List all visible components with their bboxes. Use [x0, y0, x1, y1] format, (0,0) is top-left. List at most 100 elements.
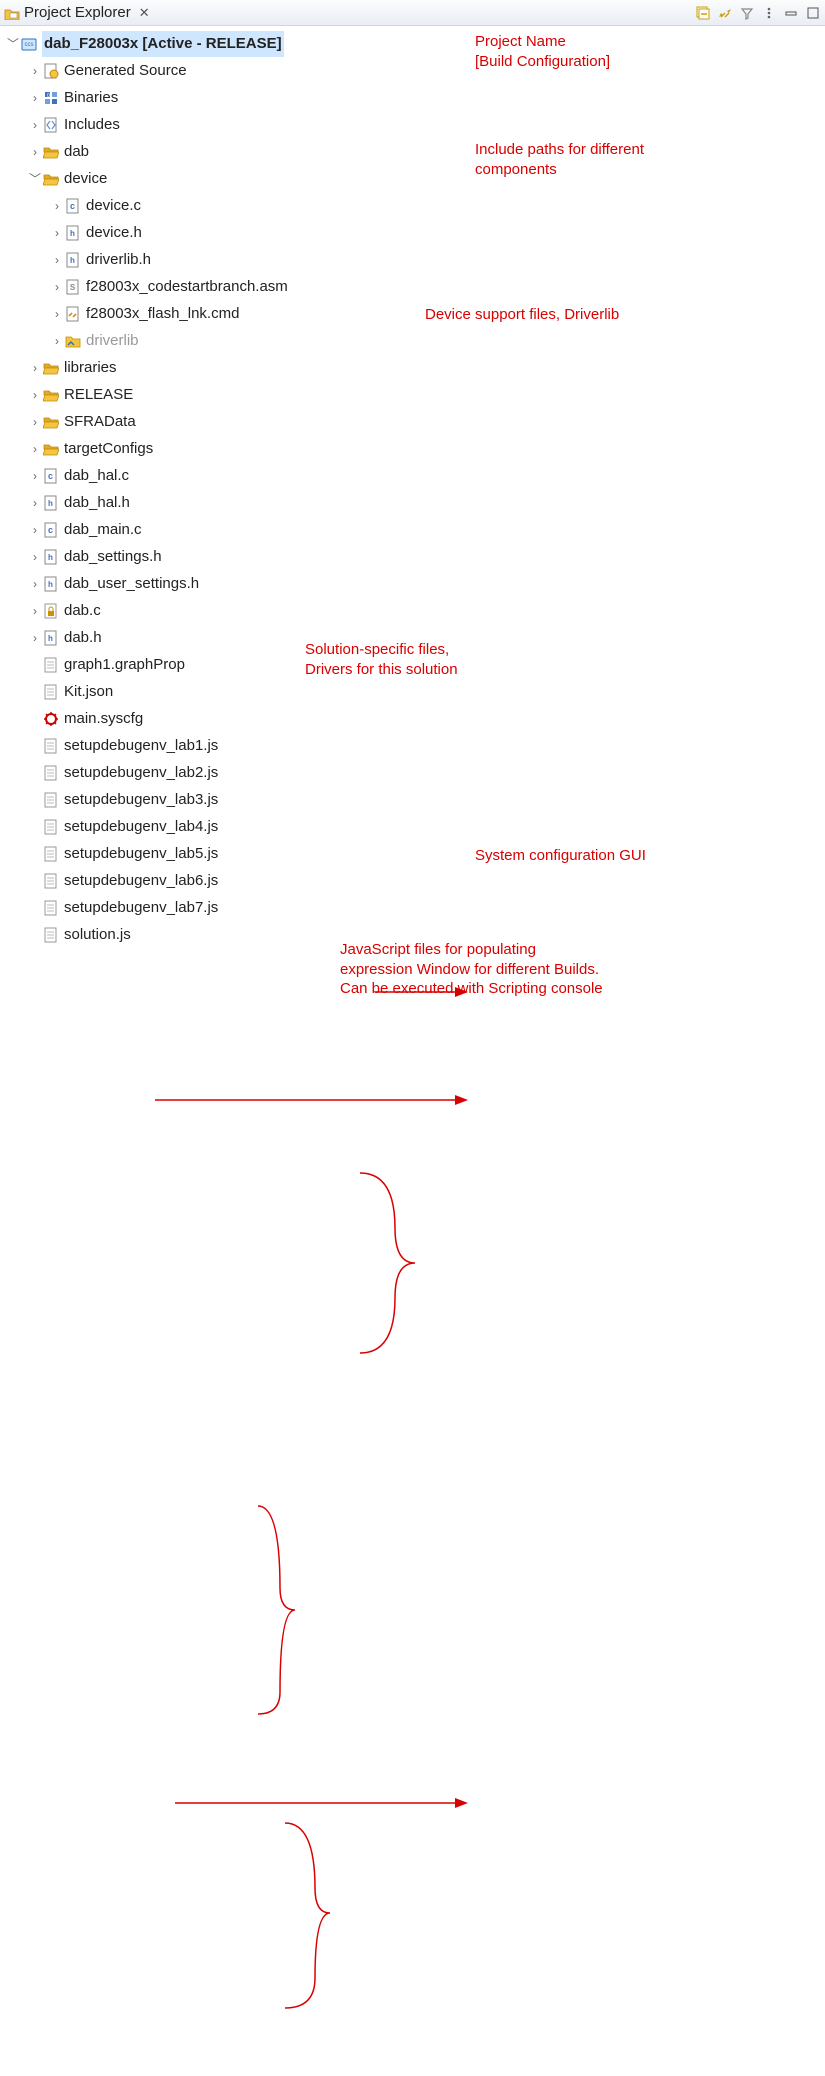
twisty-closed-icon[interactable]: ›	[28, 625, 42, 651]
tree-item[interactable]: › setupdebugenv_lab6.js	[6, 867, 825, 894]
tree-label: Generated Source	[64, 58, 187, 84]
tree-item[interactable]: › dab.c	[6, 597, 825, 624]
tree-label: setupdebugenv_lab3.js	[64, 787, 218, 813]
view-title: Project Explorer	[24, 4, 131, 21]
tree-item[interactable]: › f28003x_flash_lnk.cmd	[6, 300, 825, 327]
tree-item[interactable]: › setupdebugenv_lab5.js	[6, 840, 825, 867]
tree-item[interactable]: › dab_user_settings.h	[6, 570, 825, 597]
twisty-closed-icon[interactable]: ›	[28, 409, 42, 435]
twisty-closed-icon[interactable]: ›	[28, 112, 42, 138]
tree-item[interactable]: › dab_settings.h	[6, 543, 825, 570]
tree-item[interactable]: › dab_hal.c	[6, 462, 825, 489]
twisty-closed-icon[interactable]: ›	[50, 328, 64, 354]
project-explorer-icon	[4, 6, 20, 20]
annotation-overlay	[0, 948, 825, 2076]
tree-label: dab_hal.c	[64, 463, 129, 489]
twisty-closed-icon[interactable]: ›	[28, 355, 42, 381]
annotation-solution-files: Solution-specific files, Drivers for thi…	[305, 640, 458, 679]
tree-item[interactable]: › device.c	[6, 192, 825, 219]
tree-label: setupdebugenv_lab4.js	[64, 814, 218, 840]
twisty-closed-icon[interactable]: ›	[28, 463, 42, 489]
twisty-closed-icon[interactable]: ›	[28, 58, 42, 84]
tree-item[interactable]: › driverlib	[6, 327, 825, 354]
tree-label: dab_main.c	[64, 517, 142, 543]
twisty-closed-icon[interactable]: ›	[28, 382, 42, 408]
twisty-open-icon[interactable]: ﹀	[28, 166, 42, 192]
tree-item[interactable]: › dab_main.c	[6, 516, 825, 543]
tree-item[interactable]: › setupdebugenv_lab4.js	[6, 813, 825, 840]
view-menu-icon[interactable]	[761, 5, 777, 21]
tree-item-project-root[interactable]: ﹀ dab_F28003x [Active - RELEASE]	[6, 30, 825, 57]
close-view-icon[interactable]: ✕	[139, 5, 150, 21]
h-file-icon	[42, 629, 60, 647]
tree-label: device	[64, 166, 107, 192]
tree-item[interactable]: › Binaries	[6, 84, 825, 111]
minimize-icon[interactable]	[783, 5, 799, 21]
tree-item-includes[interactable]: › Includes	[6, 111, 825, 138]
tree-label: driverlib	[86, 328, 139, 354]
tree-label: dab	[64, 139, 89, 165]
tree-item[interactable]: › dab_hal.h	[6, 489, 825, 516]
tree-label: libraries	[64, 355, 117, 381]
tree-item-syscfg[interactable]: › main.syscfg	[6, 705, 825, 732]
twisty-closed-icon[interactable]: ›	[28, 85, 42, 111]
tree-label: f28003x_flash_lnk.cmd	[86, 301, 239, 327]
twisty-closed-icon[interactable]: ›	[50, 301, 64, 327]
twisty-closed-icon[interactable]: ›	[28, 490, 42, 516]
tree-item[interactable]: › SFRAData	[6, 408, 825, 435]
twisty-closed-icon[interactable]: ›	[50, 193, 64, 219]
twisty-closed-icon[interactable]: ›	[50, 220, 64, 246]
c-file-icon	[42, 467, 60, 485]
annotation-js-files: JavaScript files for populating expressi…	[340, 940, 603, 999]
tree-label: f28003x_codestartbranch.asm	[86, 274, 288, 300]
tree-item[interactable]: › device.h	[6, 219, 825, 246]
tree-item[interactable]: › setupdebugenv_lab3.js	[6, 786, 825, 813]
tree-item[interactable]: › setupdebugenv_lab7.js	[6, 894, 825, 921]
h-file-icon	[64, 224, 82, 242]
asm-file-icon	[64, 278, 82, 296]
twisty-closed-icon[interactable]: ›	[28, 436, 42, 462]
project-icon	[20, 35, 38, 53]
link-editor-icon[interactable]	[717, 5, 733, 21]
h-file-icon	[42, 494, 60, 512]
tree-item[interactable]: › Kit.json	[6, 678, 825, 705]
binaries-icon	[42, 89, 60, 107]
tree-item[interactable]: › Generated Source	[6, 57, 825, 84]
twisty-closed-icon[interactable]: ›	[28, 598, 42, 624]
file-icon	[42, 683, 60, 701]
tree-label: graph1.graphProp	[64, 652, 185, 678]
filter-icon[interactable]	[739, 5, 755, 21]
tree-item[interactable]: › dab	[6, 138, 825, 165]
h-file-icon	[64, 251, 82, 269]
tree-item[interactable]: › targetConfigs	[6, 435, 825, 462]
tree-label: dab_hal.h	[64, 490, 130, 516]
twisty-closed-icon[interactable]: ›	[28, 544, 42, 570]
h-file-icon	[42, 548, 60, 566]
twisty-closed-icon[interactable]: ›	[50, 247, 64, 273]
tree-item-device[interactable]: ﹀ device	[6, 165, 825, 192]
twisty-closed-icon[interactable]: ›	[28, 517, 42, 543]
tree-item[interactable]: › f28003x_codestartbranch.asm	[6, 273, 825, 300]
annotation-device-support: Device support files, Driverlib	[425, 305, 619, 325]
file-icon	[42, 845, 60, 863]
tree-item[interactable]: › driverlib.h	[6, 246, 825, 273]
tree-item[interactable]: › RELEASE	[6, 381, 825, 408]
file-icon	[42, 656, 60, 674]
twisty-closed-icon[interactable]: ›	[50, 274, 64, 300]
tree-item[interactable]: › libraries	[6, 354, 825, 381]
generated-source-icon	[42, 62, 60, 80]
tree-item[interactable]: › setupdebugenv_lab2.js	[6, 759, 825, 786]
tree-item[interactable]: › setupdebugenv_lab1.js	[6, 732, 825, 759]
tree-label: RELEASE	[64, 382, 133, 408]
tree-label: Binaries	[64, 85, 118, 111]
tree-label: dab.h	[64, 625, 102, 651]
twisty-closed-icon[interactable]: ›	[28, 571, 42, 597]
includes-icon	[42, 116, 60, 134]
maximize-icon[interactable]	[805, 5, 821, 21]
tree-label: dab_settings.h	[64, 544, 162, 570]
folder-link-icon	[64, 332, 82, 350]
c-file-icon	[64, 197, 82, 215]
twisty-open-icon[interactable]: ﹀	[6, 31, 20, 57]
collapse-all-icon[interactable]	[695, 5, 711, 21]
twisty-closed-icon[interactable]: ›	[28, 139, 42, 165]
